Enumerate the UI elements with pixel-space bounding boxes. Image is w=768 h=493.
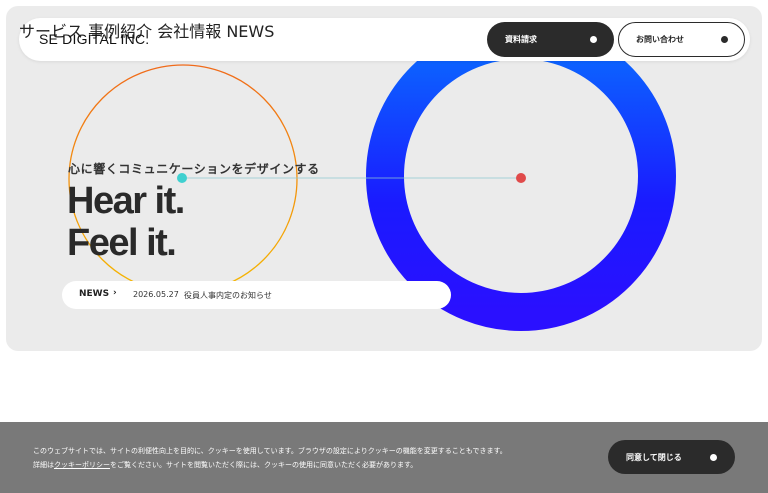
agree-close-button[interactable]: 同意して閉じる <box>608 440 735 474</box>
button-dot-icon <box>710 454 717 461</box>
cookie-text-prefix: 詳細は <box>33 461 54 469</box>
nav-item-news[interactable]: NEWS <box>226 22 274 41</box>
button-dot-icon <box>721 36 728 43</box>
contact-button[interactable]: お問い合わせ <box>618 22 745 57</box>
company-logo[interactable]: SE DIGITAL INC. <box>39 31 149 47</box>
cookie-policy-link[interactable]: クッキーポリシー <box>54 461 110 469</box>
request-materials-label: 資料請求 <box>505 35 537 44</box>
button-dot-icon <box>590 36 597 43</box>
cookie-text-suffix: をご覧ください。サイトを閲覧いただく際には、クッキーの使用に同意いただく必要があ… <box>110 461 418 469</box>
hero-headline-2: Feel it. <box>67 222 177 264</box>
cookie-text-line-2: 詳細はクッキーポリシーをご覧ください。サイトを閲覧いただく際には、クッキーの使用… <box>33 460 417 470</box>
cookie-text-line-1: このウェブサイトでは、サイトの利便性向上を目的に、クッキーを使用しています。ブラ… <box>33 447 507 455</box>
agree-close-label: 同意して閉じる <box>626 453 682 462</box>
request-materials-button[interactable]: 資料請求 <box>487 22 614 57</box>
news-ticker[interactable]: NEWS › 2026.05.27 役員人事内定のお知らせ <box>62 281 451 309</box>
news-title[interactable]: 役員人事内定のお知らせ <box>184 290 272 301</box>
news-date: 2026.05.27 <box>133 290 179 299</box>
contact-label: お問い合わせ <box>636 35 684 44</box>
cookie-banner: このウェブサイトでは、サイトの利便性向上を目的に、クッキーを使用しています。ブラ… <box>0 422 768 493</box>
nav-item-company[interactable]: 会社情報 <box>157 22 221 41</box>
hero-headline-1: Hear it. <box>67 180 185 222</box>
hero-tagline: 心に響くコミュニケーションをデザインする <box>68 162 320 176</box>
chevron-right-icon: › <box>113 288 117 298</box>
red-dot <box>516 173 526 183</box>
news-tag: NEWS <box>79 289 110 299</box>
